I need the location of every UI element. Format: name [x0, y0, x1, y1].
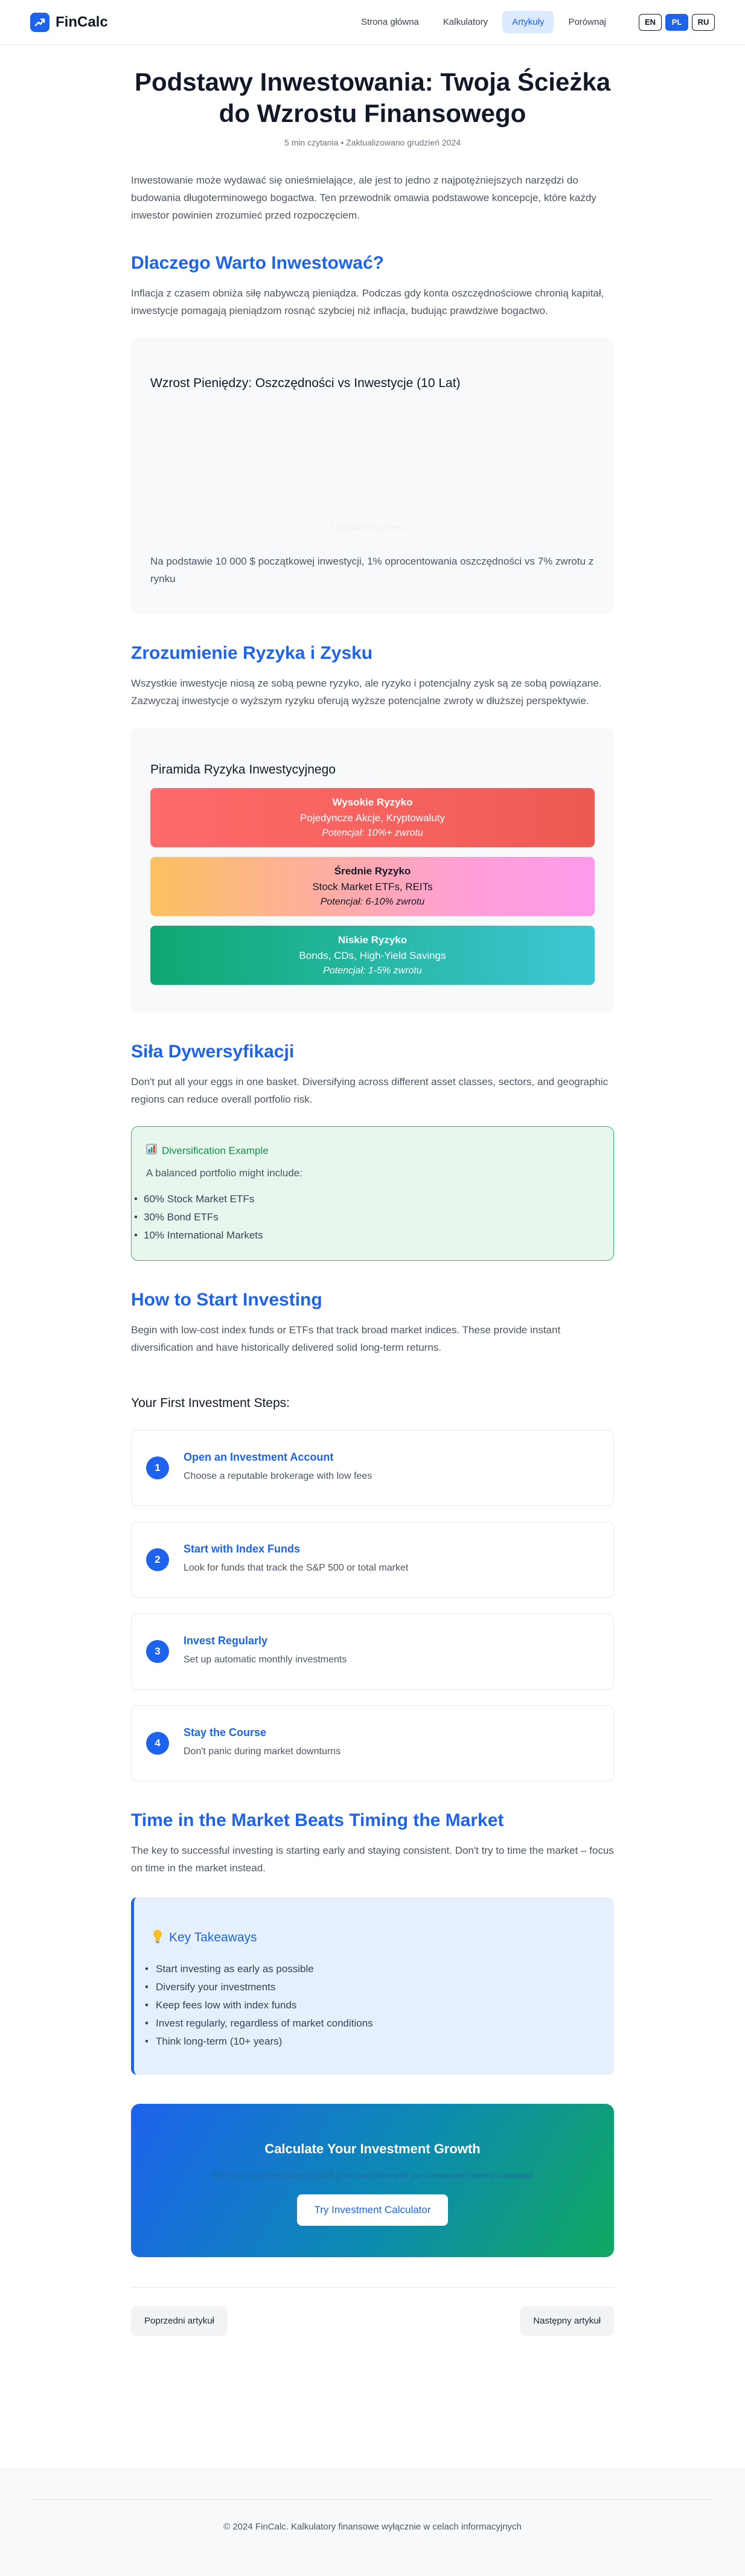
language-switcher: EN PL RU: [639, 13, 715, 31]
step-desc: Look for funds that track the S&P 500 or…: [184, 1562, 409, 1573]
risk-pyramid: Piramida Ryzyka Inwestycyjnego Wysokie R…: [131, 728, 614, 1013]
step-card: 4 Stay the Course Don't panic during mar…: [131, 1705, 614, 1781]
risk-level-title: Wysokie Ryzyko: [332, 796, 413, 808]
lightbulb-icon: [151, 1929, 164, 1947]
step-number: 4: [146, 1732, 169, 1755]
step-title: Invest Regularly: [184, 1634, 268, 1647]
logo[interactable]: FinCalc: [30, 12, 108, 32]
list-item: Think long-term (10+ years): [145, 2033, 597, 2051]
step-card: 3 Invest Regularly Set up automatic mont…: [131, 1613, 614, 1690]
next-article-button[interactable]: Następny artykuł: [520, 2306, 614, 2336]
step-title: Start with Index Funds: [184, 1542, 301, 1555]
cta-subtitle: See how your investments could grow over…: [211, 2170, 534, 2180]
chart-title: Wzrost Pieniędzy: Oszczędności vs Inwest…: [150, 376, 461, 390]
key-takeaways-title-text: Key Takeaways: [169, 1930, 257, 1944]
cta-title: Calculate Your Investment Growth: [264, 2141, 481, 2156]
list-item: Diversify your investments: [145, 1978, 597, 1996]
calculator-cta: Calculate Your Investment Growth See how…: [131, 2104, 614, 2257]
page-title: Podstawy Inwestowania: Twoja Ścieżka do …: [134, 68, 611, 127]
nav-item-home[interactable]: Strona główna: [351, 11, 429, 33]
section-heading-why: Dlaczego Warto Inwestować?: [131, 253, 384, 273]
chart-note: Na podstawie 10 000 $ początkowej inwest…: [150, 556, 594, 585]
diversification-list: 60% Stock Market ETFs 30% Bond ETFs 10% …: [134, 1190, 599, 1245]
key-takeaways-box: Key Takeaways Start investing as early a…: [131, 1897, 614, 2075]
site-header: FinCalc Strona główna Kalkulatory Artyku…: [0, 0, 745, 45]
trend-up-icon: [30, 12, 50, 32]
nav-item-articles[interactable]: Artykuły: [502, 11, 554, 33]
step-card: 1 Open an Investment Account Choose a re…: [131, 1430, 614, 1506]
pyramid-title: Piramida Ryzyka Inwestycyjnego: [150, 763, 336, 777]
article-intro: Inwestowanie może wydawać się onieśmiela…: [131, 175, 596, 221]
section-body-time: The key to successful investing is start…: [131, 1845, 614, 1874]
list-item: 30% Bond ETFs: [134, 1208, 599, 1226]
diversification-title: Diversification Example: [146, 1144, 599, 1158]
list-item: Keep fees low with index funds: [145, 1996, 597, 2014]
step-desc: Set up automatic monthly investments: [184, 1654, 347, 1665]
risk-level-desc: Pojedyncze Akcje, Kryptowaluty: [299, 812, 445, 824]
article-meta: 5 min czytania • Zaktualizowano grudzień…: [284, 138, 461, 147]
key-takeaways-title: Key Takeaways: [151, 1929, 597, 1947]
list-item: 10% International Markets: [134, 1226, 599, 1245]
risk-level-medium: Średnie Ryzyko Stock Market ETFs, REITs …: [150, 857, 595, 916]
step-number: 2: [146, 1548, 169, 1571]
chart-icon: [146, 1144, 157, 1158]
steps-heading: Your First Investment Steps:: [131, 1396, 290, 1410]
step-title: Open an Investment Account: [184, 1450, 334, 1463]
risk-level-potential: Potencjał: 10%+ zwrotu: [322, 828, 423, 838]
lang-pl-button[interactable]: PL: [665, 13, 688, 31]
risk-level-title: Średnie Ryzyko: [334, 865, 411, 877]
lang-en-button[interactable]: EN: [639, 13, 662, 31]
section-heading-risk: Zrozumienie Ryzyka i Zysku: [131, 643, 373, 663]
steps-list: 1 Open an Investment Account Choose a re…: [131, 1430, 614, 1781]
risk-level-high: Wysokie Ryzyko Pojedyncze Akcje, Kryptow…: [150, 788, 595, 847]
diversification-title-text: Diversification Example: [162, 1144, 269, 1156]
step-number: 3: [146, 1640, 169, 1663]
try-calculator-button[interactable]: Try Investment Calculator: [297, 2194, 448, 2226]
article-pager: Poprzedni artykuł Następny artykuł: [131, 2287, 614, 2336]
step-title: Stay the Course: [184, 1726, 267, 1738]
chart-area: Ładowanie wykresu...: [150, 391, 595, 548]
section-heading-start: How to Start Investing: [131, 1290, 322, 1310]
list-item: Invest regularly, regardless of market c…: [145, 2014, 597, 2033]
section-body-diversification: Don't put all your eggs in one basket. D…: [131, 1076, 609, 1105]
growth-chart-card: Wzrost Pieniędzy: Oszczędności vs Inwest…: [131, 338, 614, 614]
step-number: 1: [146, 1456, 169, 1479]
main-nav: Strona główna Kalkulatory Artykuły Porów…: [351, 11, 616, 33]
list-item: 60% Stock Market ETFs: [134, 1190, 599, 1208]
nav-item-calculators[interactable]: Kalkulatory: [433, 11, 497, 33]
step-desc: Don't panic during market downturns: [184, 1746, 341, 1757]
brand-name: FinCalc: [56, 13, 108, 30]
site-footer: © 2024 FinCalc. Kalkulatory finansowe wy…: [0, 2469, 745, 2576]
section-body-risk: Wszystkie inwestycje niosą ze sobą pewne…: [131, 678, 602, 706]
section-heading-diversification: Siła Dywersyfikacji: [131, 1042, 295, 1062]
risk-level-title: Niskie Ryzyko: [337, 934, 408, 946]
section-heading-time: Time in the Market Beats Timing the Mark…: [131, 1810, 504, 1830]
footer-text: © 2024 FinCalc. Kalkulatory finansowe wy…: [29, 2499, 716, 2532]
risk-level-potential: Potencjał: 1-5% zwrotu: [323, 966, 422, 976]
step-desc: Choose a reputable brokerage with low fe…: [184, 1470, 372, 1481]
list-item: Start investing as early as possible: [145, 1960, 597, 1978]
nav-item-compare[interactable]: Porównaj: [558, 11, 616, 33]
risk-level-low: Niskie Ryzyko Bonds, CDs, High-Yield Sav…: [150, 926, 595, 985]
risk-level-potential: Potencjał: 6-10% zwrotu: [320, 897, 425, 907]
lang-ru-button[interactable]: RU: [692, 13, 715, 31]
article: Podstawy Inwestowania: Twoja Ścieżka do …: [131, 45, 614, 2336]
risk-level-desc: Bonds, CDs, High-Yield Savings: [299, 950, 446, 961]
key-takeaways-list: Start investing as early as possible Div…: [145, 1960, 597, 2051]
diversification-subtitle: A balanced portfolio might include:: [146, 1167, 302, 1179]
chart-loading-text: Ładowanie wykresu...: [331, 522, 413, 532]
risk-level-desc: Stock Market ETFs, REITs: [312, 881, 433, 892]
section-body-start: Begin with low-cost index funds or ETFs …: [131, 1324, 561, 1353]
diversification-example-box: Diversification Example A balanced portf…: [131, 1126, 614, 1261]
previous-article-button[interactable]: Poprzedni artykuł: [131, 2306, 228, 2336]
step-card: 2 Start with Index Funds Look for funds …: [131, 1522, 614, 1598]
section-body-why: Inflacja z czasem obniża siłę nabywczą p…: [131, 287, 604, 316]
